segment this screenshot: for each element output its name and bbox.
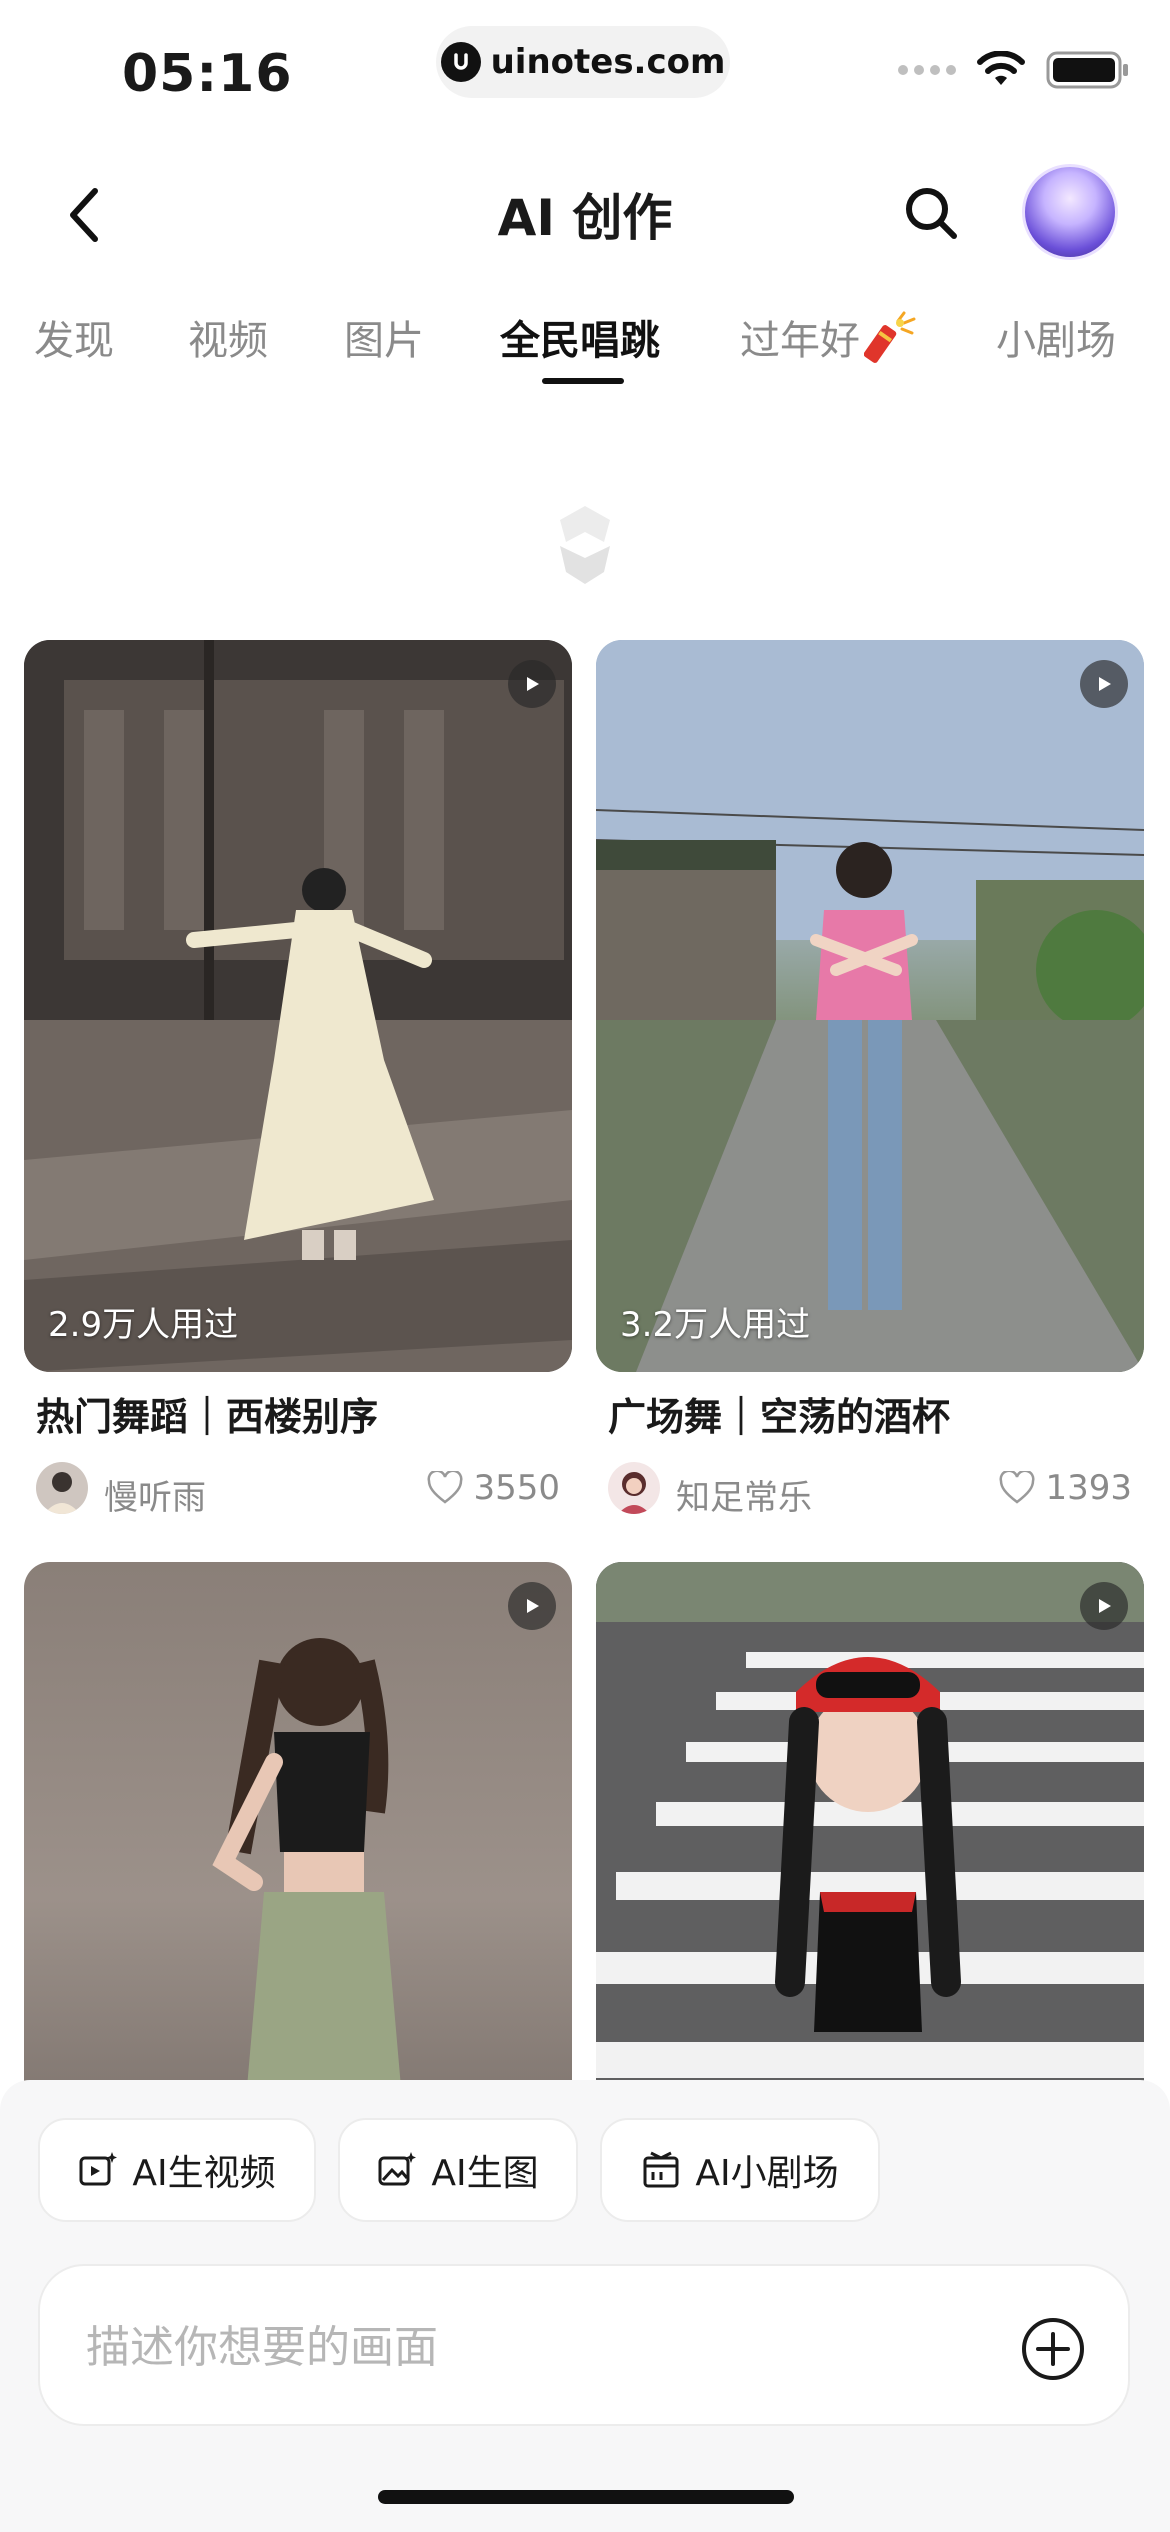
video-thumbnail[interactable] xyxy=(24,1562,572,2122)
header: AI 创作 xyxy=(0,160,1170,270)
heart-icon xyxy=(427,1471,463,1504)
theater-icon xyxy=(643,2151,679,2188)
status-indicators xyxy=(898,50,1130,90)
author-avatar[interactable] xyxy=(608,1462,660,1514)
like-count: 1393 xyxy=(1045,1468,1132,1508)
video-thumbnail[interactable]: 2.9万人用过 xyxy=(24,640,572,1372)
tab-new-year-label: 过年好 xyxy=(740,318,860,364)
ai-image-button[interactable]: AI生图 xyxy=(338,2118,578,2222)
category-tabs: 发现 视频 图片 全民唱跳 过年好 小剧场 xyxy=(0,300,1170,390)
video-sparkle-icon xyxy=(79,2152,118,2186)
search-button[interactable] xyxy=(896,178,966,248)
video-thumbnail[interactable]: 3.2万人用过 xyxy=(596,640,1144,1372)
thumbnail-scene xyxy=(212,1638,404,2122)
like-count: 3550 xyxy=(473,1468,560,1508)
like-button[interactable]: 1393 xyxy=(999,1468,1132,1508)
card-meta: 知足常乐 1393 xyxy=(608,1462,1132,1518)
search-icon xyxy=(906,188,957,239)
heart-icon xyxy=(999,1471,1035,1504)
template-card[interactable] xyxy=(24,1562,572,2122)
ai-video-label: AI生视频 xyxy=(132,2153,276,2194)
usage-count: 3.2万人用过 xyxy=(620,1305,811,1345)
status-time: 05:16 xyxy=(122,44,293,104)
ai-image-label: AI生图 xyxy=(431,2153,539,2194)
template-card[interactable]: 2.9万人用过 热门舞蹈｜西楼别序 慢听雨 3550 xyxy=(24,640,572,1520)
tab-discover[interactable]: 发现 xyxy=(34,308,114,366)
site-logo-icon xyxy=(440,42,481,82)
tab-mini-theater[interactable]: 小剧场 xyxy=(996,308,1116,366)
ai-theater-button[interactable]: AI小剧场 xyxy=(600,2118,880,2222)
plus-circle-icon[interactable] xyxy=(1020,2316,1086,2382)
thumbnail-scene xyxy=(596,640,1144,1372)
video-thumbnail[interactable] xyxy=(596,1562,1144,2122)
url-pill[interactable]: uinotes.com xyxy=(436,26,730,98)
user-avatar[interactable] xyxy=(1022,164,1118,260)
play-icon xyxy=(527,1599,539,1613)
author-name: 知足常乐 xyxy=(676,1478,812,1518)
card-title: 热门舞蹈｜西楼别序 xyxy=(36,1395,379,1439)
prompt-box xyxy=(38,2264,1130,2426)
loading-spinner-icon xyxy=(560,506,610,584)
image-sparkle-icon xyxy=(378,2152,417,2186)
usage-count: 2.9万人用过 xyxy=(48,1305,239,1345)
firecracker-icon xyxy=(864,311,916,363)
wifi-icon xyxy=(977,51,1025,85)
author-name: 慢听雨 xyxy=(104,1478,206,1518)
play-badge xyxy=(508,1582,556,1630)
signal-icon xyxy=(898,65,956,75)
play-icon xyxy=(527,677,539,691)
ai-theater-label: AI小剧场 xyxy=(695,2153,839,2194)
page-title: AI 创作 xyxy=(497,189,673,247)
tab-new-year[interactable]: 过年好 xyxy=(740,308,920,366)
play-icon xyxy=(1099,677,1111,691)
creation-panel: AI生视频 AI生图 AI小剧场 xyxy=(0,2080,1170,2532)
tab-sing-dance[interactable]: 全民唱跳 xyxy=(500,308,660,366)
status-bar: 05:16 uinotes.com xyxy=(0,0,1170,140)
card-meta: 慢听雨 3550 xyxy=(36,1462,560,1518)
play-badge xyxy=(508,660,556,708)
like-button[interactable]: 3550 xyxy=(427,1468,560,1508)
tab-image[interactable]: 图片 xyxy=(344,308,424,366)
play-icon xyxy=(1099,1599,1111,1613)
play-badge xyxy=(1080,660,1128,708)
url-text: uinotes.com xyxy=(490,42,726,82)
prompt-input[interactable] xyxy=(86,2312,986,2382)
ai-video-button[interactable]: AI生视频 xyxy=(38,2118,316,2222)
template-card[interactable]: 3.2万人用过 广场舞｜空荡的酒杯 知足常乐 1393 xyxy=(596,640,1144,1520)
thumbnail-scene xyxy=(596,1562,1144,2122)
thumbnail-scene xyxy=(24,640,572,1372)
card-title: 广场舞｜空荡的酒杯 xyxy=(608,1395,951,1439)
template-card[interactable] xyxy=(596,1562,1144,2122)
battery-icon xyxy=(1046,51,1128,89)
active-tab-indicator xyxy=(542,378,624,384)
home-indicator xyxy=(378,2490,794,2504)
author-avatar[interactable] xyxy=(36,1462,88,1514)
tab-video[interactable]: 视频 xyxy=(188,308,268,366)
play-badge xyxy=(1080,1582,1128,1630)
